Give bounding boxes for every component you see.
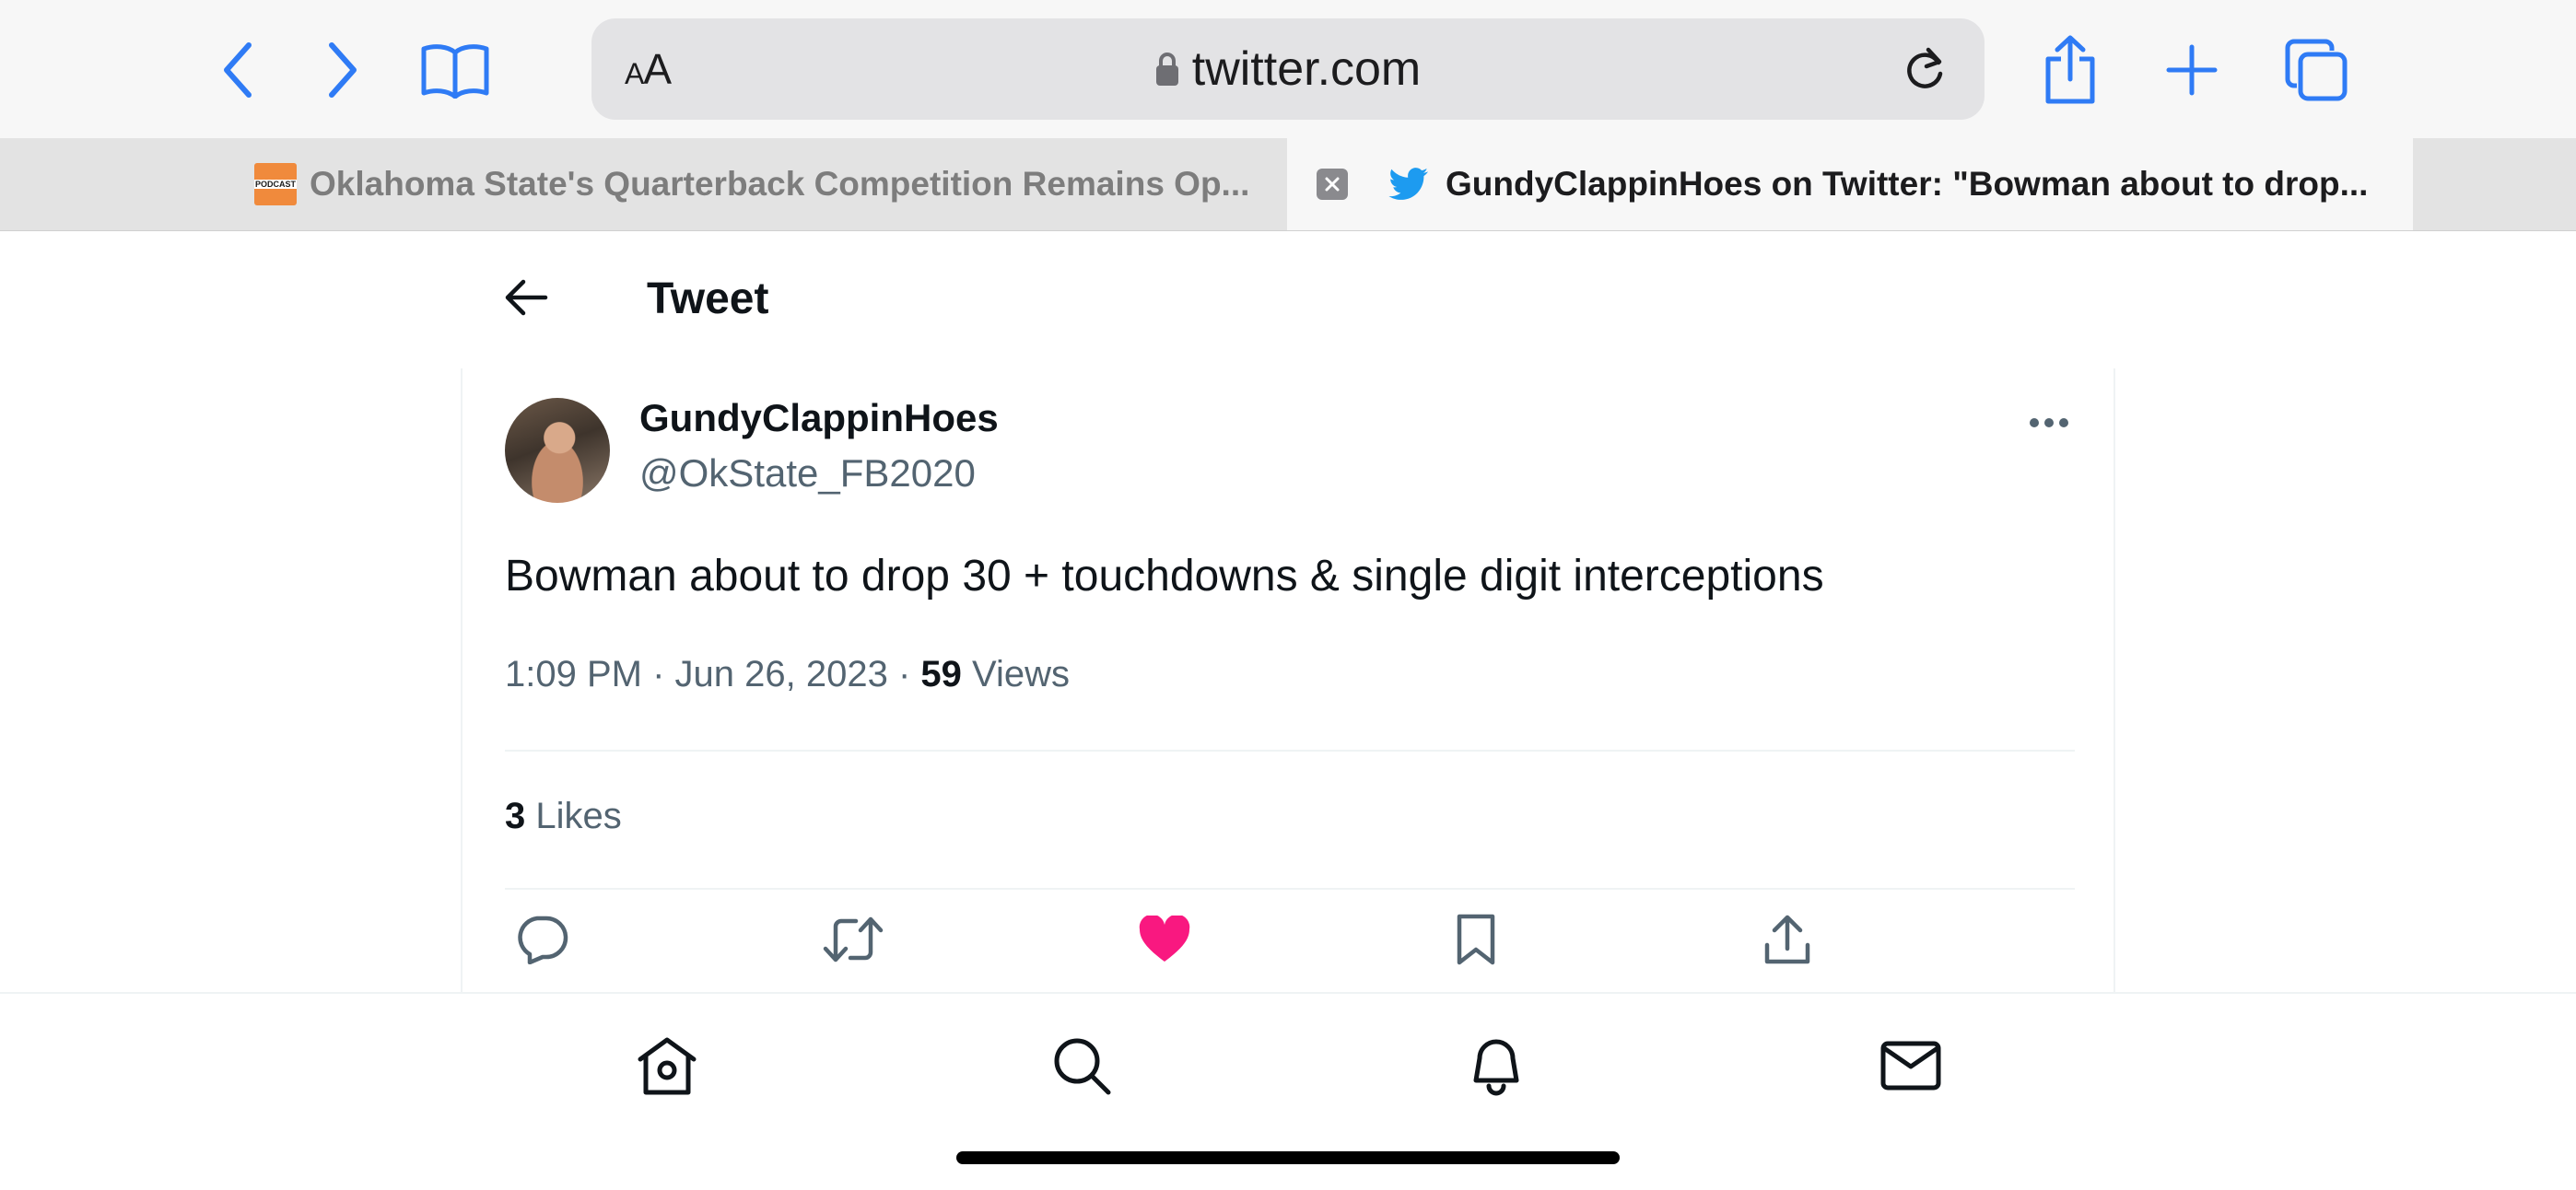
- tab-title: Oklahoma State's Quarterback Competition…: [310, 165, 1250, 203]
- tweet-card: GundyClappinHoes @OkState_FB2020 Bowman …: [461, 368, 2115, 995]
- retweet-icon[interactable]: [816, 903, 890, 976]
- tab-twitter[interactable]: GundyClappinHoes on Twitter: "Bowman abo…: [1287, 138, 2413, 230]
- home-indicator[interactable]: [956, 1151, 1620, 1164]
- tweet-timestamp[interactable]: 1:09 PM · Jun 26, 2023: [505, 654, 888, 694]
- divider: [505, 888, 2075, 890]
- tabs-overview-icon[interactable]: [2281, 35, 2351, 105]
- reload-icon[interactable]: [1902, 46, 1948, 94]
- messages-envelope-icon[interactable]: [1874, 1029, 1948, 1102]
- tweet-actions: [505, 903, 2075, 976]
- views-label: Views: [961, 654, 1070, 694]
- home-icon[interactable]: [630, 1029, 704, 1102]
- more-options-icon[interactable]: [2029, 416, 2069, 429]
- twitter-bird-icon: [1388, 168, 1429, 201]
- views-count: 59: [920, 654, 962, 694]
- likes-label: Likes: [525, 796, 622, 836]
- url-text: twitter.com: [1191, 42, 1422, 96]
- lock-icon: [1155, 52, 1179, 87]
- bookmarks-icon[interactable]: [418, 37, 492, 103]
- search-icon[interactable]: [1045, 1029, 1118, 1102]
- tweet-meta: 1:09 PM · Jun 26, 2023 · 59 Views: [505, 654, 1070, 694]
- tab-title: GundyClappinHoes on Twitter: "Bowman abo…: [1446, 165, 2367, 203]
- address-bar[interactable]: AA twitter.com: [591, 18, 1985, 120]
- back-chevron-icon[interactable]: [210, 37, 265, 103]
- bookmark-icon[interactable]: [1439, 903, 1513, 976]
- new-tab-icon[interactable]: [2160, 37, 2224, 103]
- likes-link[interactable]: 3 Likes: [505, 796, 622, 837]
- user-handle[interactable]: @OkState_FB2020: [639, 451, 976, 496]
- display-name[interactable]: GundyClappinHoes: [639, 396, 999, 440]
- likes-count: 3: [505, 796, 526, 836]
- divider: [505, 750, 2075, 752]
- page-header: Tweet: [461, 230, 2115, 368]
- forward-chevron-icon[interactable]: [315, 37, 370, 103]
- close-tab-icon[interactable]: [1317, 169, 1348, 200]
- back-arrow-icon[interactable]: [503, 274, 549, 321]
- browser-toolbar: AA twitter.com: [0, 0, 2576, 138]
- podcast-favicon-icon: PODCAST: [254, 163, 298, 205]
- share-tweet-icon[interactable]: [1751, 903, 1824, 976]
- tab-bar: PODCAST Oklahoma State's Quarterback Com…: [0, 138, 2576, 231]
- tab-oklahoma-state[interactable]: PODCAST Oklahoma State's Quarterback Com…: [0, 138, 1287, 230]
- avatar[interactable]: [505, 398, 610, 503]
- reply-icon[interactable]: [505, 903, 579, 976]
- share-icon[interactable]: [2038, 33, 2102, 107]
- page-title: Tweet: [647, 274, 769, 323]
- like-heart-icon[interactable]: [1128, 903, 1201, 976]
- tweet-text: Bowman about to drop 30 + touchdowns & s…: [505, 552, 1824, 601]
- notifications-bell-icon[interactable]: [1459, 1029, 1533, 1102]
